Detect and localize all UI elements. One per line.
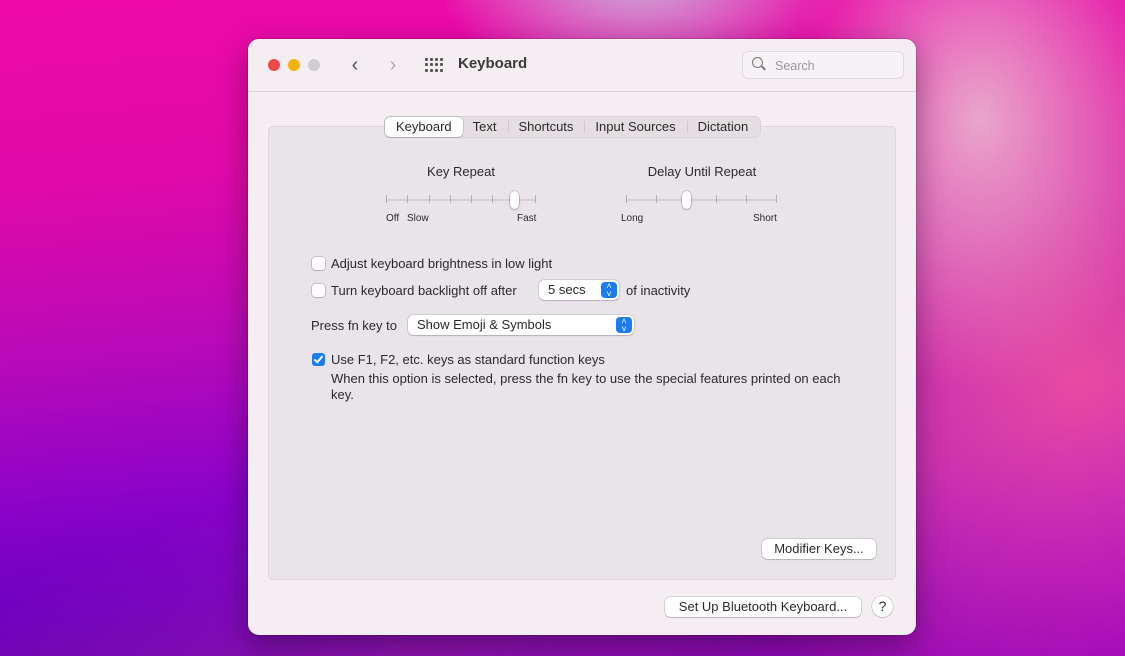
key-repeat-slow-label: Slow (407, 213, 429, 224)
key-repeat-off-label: Off (386, 213, 400, 224)
zoom-button[interactable] (308, 59, 320, 71)
slider-tick (471, 195, 473, 203)
function-keys-label: Use F1, F2, etc. keys as standard functi… (331, 352, 605, 367)
key-repeat-fast-label: Fast (517, 213, 537, 224)
slider-tick (716, 195, 717, 203)
function-keys-checkbox[interactable] (312, 353, 325, 366)
fn-key-value: Show Emoji & Symbols (417, 317, 552, 332)
slider-tick (626, 195, 627, 203)
key-repeat-title: Key Repeat (427, 164, 495, 179)
system-preferences-window: ‹ › Keyboard Keyboard Text Shortcuts Inp… (248, 39, 916, 635)
delay-long-label: Long (621, 213, 644, 224)
chevron-right-icon: › (389, 54, 397, 76)
slider-tick (776, 195, 777, 203)
adjust-brightness-checkbox[interactable] (312, 257, 325, 270)
tab-input-sources[interactable]: Input Sources (584, 117, 686, 137)
modifier-keys-button[interactable]: Modifier Keys... (762, 539, 876, 559)
help-button[interactable]: ? (872, 596, 893, 617)
slider-tick (535, 195, 536, 203)
slider-track (626, 199, 777, 201)
key-repeat-slider[interactable] (386, 190, 536, 210)
search-icon (752, 57, 763, 68)
window-title: Keyboard (458, 55, 528, 72)
slider-tick (386, 195, 387, 203)
slider-tick (428, 195, 430, 203)
backlight-timeout-value: 5 secs (548, 282, 586, 297)
updown-arrows-icon: ˄ ˅ (601, 282, 617, 299)
slider-tick (746, 195, 747, 203)
fn-key-label: Press fn key to (311, 318, 397, 333)
search-field[interactable] (742, 51, 904, 79)
tab-shortcuts[interactable]: Shortcuts (507, 117, 585, 137)
forward-button[interactable]: › (382, 53, 404, 77)
chevron-left-icon: ‹ (351, 54, 359, 76)
function-keys-description: When this option is selected, press the … (331, 371, 841, 402)
slider-tick (449, 195, 451, 203)
backlight-timeout-popup[interactable]: 5 secs ˄ ˅ (539, 280, 619, 300)
backlight-suffix-label: of inactivity (626, 283, 691, 298)
slider-tick (492, 195, 494, 203)
backlight-off-label: Turn keyboard backlight off after (331, 283, 517, 298)
tab-bar: Keyboard Text Shortcuts Input Sources Di… (384, 116, 762, 138)
tab-text[interactable]: Text (462, 117, 508, 137)
delay-until-repeat-slider[interactable] (626, 190, 777, 210)
delay-until-repeat-title: Delay Until Repeat (647, 164, 757, 179)
adjust-brightness-label: Adjust keyboard brightness in low light (331, 256, 553, 271)
search-input[interactable] (773, 55, 897, 77)
tab-keyboard[interactable]: Keyboard (385, 117, 463, 137)
back-button[interactable]: ‹ (344, 53, 366, 77)
updown-arrows-icon: ˄ ˅ (616, 317, 632, 334)
tab-dictation[interactable]: Dictation (686, 117, 760, 137)
close-button[interactable] (268, 59, 280, 71)
fn-key-popup[interactable]: Show Emoji & Symbols ˄ ˅ (408, 315, 634, 335)
minimize-button[interactable] (288, 59, 300, 71)
set-up-bluetooth-keyboard-button[interactable]: Set Up Bluetooth Keyboard... (665, 597, 861, 617)
slider-thumb[interactable] (682, 191, 691, 209)
slider-thumb[interactable] (509, 191, 519, 209)
title-bar: ‹ › Keyboard (248, 39, 916, 92)
delay-short-label: Short (753, 213, 777, 224)
backlight-off-checkbox[interactable] (312, 284, 325, 297)
show-all-grid-icon[interactable] (425, 58, 443, 72)
slider-tick (656, 195, 657, 203)
slider-tick (407, 195, 409, 203)
